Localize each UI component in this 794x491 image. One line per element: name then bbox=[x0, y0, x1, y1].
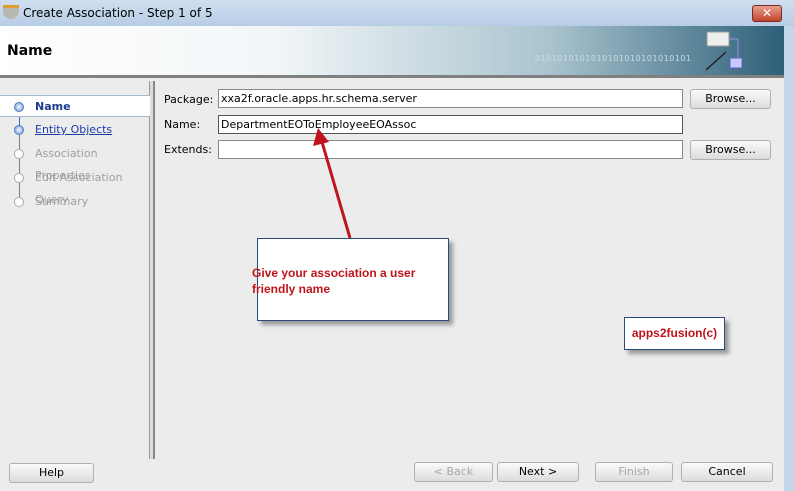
callout-box: Give your association a user friendly na… bbox=[252, 238, 449, 321]
watermark-text: apps2fusion(c) bbox=[631, 326, 718, 340]
watermark-box: apps2fusion(c) bbox=[624, 317, 725, 350]
callout-text: Give your association a user friendly na… bbox=[252, 266, 416, 296]
